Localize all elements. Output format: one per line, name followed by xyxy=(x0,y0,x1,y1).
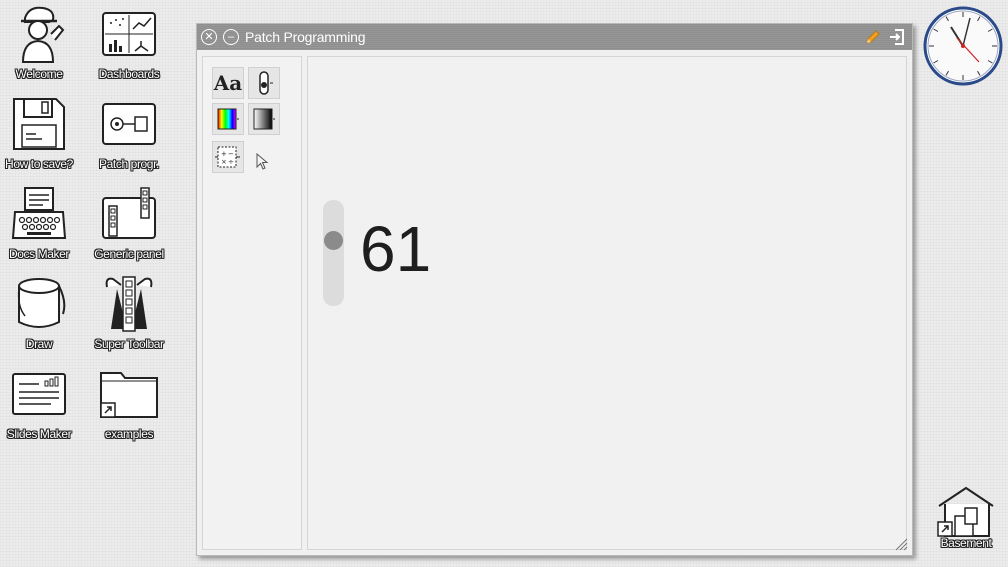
toolbox-panel: Aa + − × ÷ xyxy=(202,56,302,550)
gradient-tool[interactable] xyxy=(248,103,280,135)
desktop-icon-label: Docs Maker xyxy=(8,247,69,261)
desktop-icon-draw[interactable]: Draw xyxy=(0,273,84,361)
typewriter-icon xyxy=(8,183,70,245)
generic-panel-icon xyxy=(98,183,160,245)
super-toolbar-icon xyxy=(98,273,160,335)
floppy-disk-icon xyxy=(8,93,70,155)
dashboards-icon xyxy=(98,3,160,65)
spectrum-icon xyxy=(217,108,239,130)
desktop-icon-dashboards[interactable]: Dashboards xyxy=(84,3,174,91)
desktop-icon-label: Generic panel xyxy=(94,247,164,261)
minimize-icon[interactable]: – xyxy=(223,29,239,45)
desktop-icon-examples[interactable]: examples xyxy=(84,363,174,451)
edit-pencil-icon[interactable] xyxy=(864,28,882,51)
analog-clock xyxy=(923,6,1003,86)
desktop-icon-label: examples xyxy=(104,427,154,441)
folder-shortcut-icon xyxy=(98,363,160,425)
desktop-icon-docs-maker[interactable]: Docs Maker xyxy=(0,183,84,271)
desktop-icon-label: Slides Maker xyxy=(6,427,72,441)
vertical-slider[interactable] xyxy=(323,200,344,306)
patch-programming-window[interactable]: ✕ – Patch Programming Aa + − × ÷ 61 xyxy=(196,23,913,556)
close-icon[interactable]: ✕ xyxy=(201,29,217,45)
desktop-icon-label: Welcome xyxy=(15,67,63,81)
svg-text:÷: ÷ xyxy=(228,158,234,166)
paint-bucket-icon xyxy=(8,273,70,335)
svg-text:+: + xyxy=(221,150,227,158)
desktop-icon-patch-progr[interactable]: Patch progr. xyxy=(84,93,174,181)
color-spectrum-tool[interactable] xyxy=(212,103,244,135)
calculator-icon: + − × ÷ xyxy=(215,146,240,168)
window-titlebar[interactable]: ✕ – Patch Programming xyxy=(197,24,912,50)
pointer-tool[interactable] xyxy=(256,152,272,173)
desktop-icon-label: Patch progr. xyxy=(99,157,159,171)
desktop-icon-slides-maker[interactable]: Slides Maker xyxy=(0,363,84,451)
basement-house-icon xyxy=(935,482,997,540)
text-tool[interactable]: Aa xyxy=(212,67,244,99)
desktop-icon-label: Super Toolbar xyxy=(94,337,164,351)
slider-value-readout: 61 xyxy=(360,213,432,285)
desktop-icon-label: How to save? xyxy=(5,157,73,171)
cursor-arrow-icon xyxy=(256,152,269,170)
desktop-icon-basement[interactable]: Basement xyxy=(921,482,1008,567)
calculator-tool[interactable]: + − × ÷ xyxy=(212,141,244,173)
svg-text:−: − xyxy=(228,150,234,158)
slider-icon xyxy=(259,71,273,95)
resize-grip-icon[interactable] xyxy=(894,537,908,551)
desktop-icon-label: Draw xyxy=(25,337,53,351)
window-title: Patch Programming xyxy=(245,29,366,45)
svg-text:×: × xyxy=(221,158,227,166)
desktop-icon-generic-panel[interactable]: Generic panel xyxy=(84,183,174,271)
slides-icon xyxy=(8,363,70,425)
desktop-icon-super-toolbar[interactable]: Super Toolbar xyxy=(84,273,174,361)
desktop-icon-how-to-save[interactable]: How to save? xyxy=(0,93,84,181)
desktop-icon-welcome[interactable]: Welcome xyxy=(0,3,84,91)
welcome-figure-icon xyxy=(8,3,70,65)
patch-canvas[interactable]: 61 xyxy=(307,56,907,550)
slider-knob[interactable] xyxy=(324,230,343,250)
exit-icon[interactable] xyxy=(888,28,906,51)
slider-tool[interactable] xyxy=(248,67,280,99)
patch-programming-icon xyxy=(98,93,160,155)
desktop-icon-label: Dashboards xyxy=(98,67,160,81)
desktop-icon-label: Basement xyxy=(940,536,992,550)
gradient-icon xyxy=(253,108,275,130)
